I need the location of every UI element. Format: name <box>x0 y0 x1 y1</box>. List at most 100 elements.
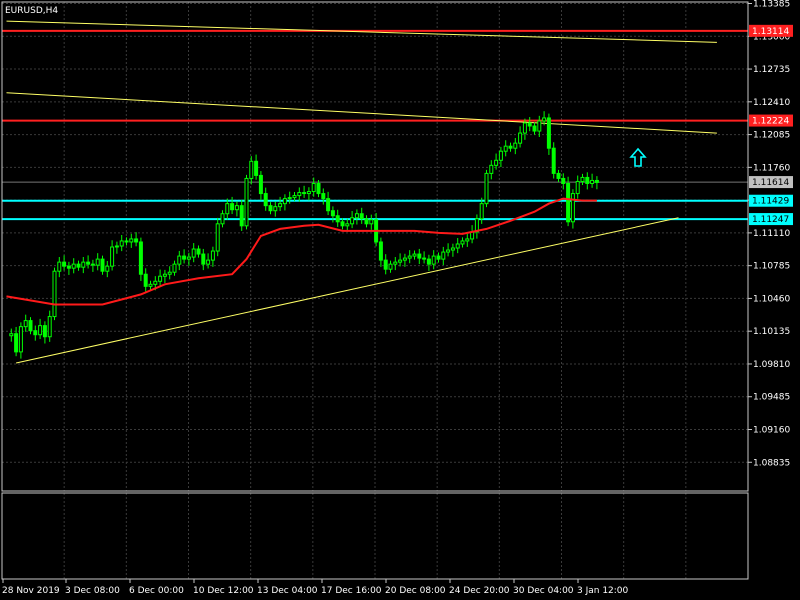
candle-body <box>364 218 369 225</box>
candle-body <box>186 256 191 260</box>
candle-body <box>350 217 355 225</box>
candle-body <box>18 326 23 353</box>
price-chart[interactable]: 1.133851.130601.127351.124101.120851.117… <box>0 0 800 600</box>
candle-body <box>172 263 177 273</box>
candle-body <box>484 172 489 205</box>
candle-body <box>196 248 201 255</box>
candle-body <box>556 172 561 179</box>
price-tick-label: 1.09160 <box>753 425 790 435</box>
candle-body <box>201 253 206 265</box>
candle-body <box>254 160 259 176</box>
candle-body <box>426 258 431 265</box>
candle-body <box>522 122 527 134</box>
candle-body <box>239 205 244 227</box>
candle-body <box>330 210 335 217</box>
candle-body <box>282 198 287 205</box>
candle-body <box>38 325 43 336</box>
level-label-support: 1.11247 <box>752 215 789 225</box>
price-tick-label: 1.13385 <box>753 0 790 10</box>
candle-body <box>105 265 110 272</box>
candle-body <box>508 145 513 149</box>
candle-body <box>513 142 518 149</box>
candle-body <box>230 203 235 211</box>
candle-body <box>177 255 182 265</box>
candle-body <box>191 248 196 258</box>
candle-body <box>134 238 139 243</box>
price-tick-label: 1.08835 <box>753 458 790 468</box>
candle-body <box>407 255 412 259</box>
price-tick-label: 1.11110 <box>753 229 790 239</box>
time-tick-label: 3 Jan 12:00 <box>577 586 629 596</box>
candle-body <box>340 221 345 227</box>
candle-body <box>575 180 580 195</box>
candle-body <box>129 238 134 243</box>
candle-body <box>114 245 119 248</box>
candle-body <box>441 251 446 260</box>
time-tick-label: 28 Nov 2019 <box>2 586 60 596</box>
candle-body <box>422 257 427 260</box>
candle-body <box>86 261 91 265</box>
candle-body <box>321 193 326 200</box>
candle-body <box>551 147 556 174</box>
time-tick-label: 13 Dec 04:00 <box>257 586 318 596</box>
candle-body <box>28 320 33 332</box>
candle-body <box>42 325 47 338</box>
candle-body <box>90 263 95 266</box>
candle-body <box>378 241 383 261</box>
candle-body <box>503 145 508 152</box>
candle-body <box>306 191 311 195</box>
candle-body <box>561 177 566 184</box>
candle-body <box>206 259 211 265</box>
candle-body <box>220 213 225 225</box>
candle-body <box>335 215 340 223</box>
candle-body <box>326 198 331 212</box>
candle-body <box>402 257 407 261</box>
candle-body <box>273 206 278 212</box>
candle-body <box>76 263 81 268</box>
candle-body <box>52 270 57 318</box>
candle-body <box>95 258 100 266</box>
candle-body <box>119 240 124 247</box>
candle-body <box>359 213 364 220</box>
candle-body <box>489 164 494 174</box>
time-tick-label: 20 Dec 08:00 <box>385 586 446 596</box>
candle-body <box>263 193 268 207</box>
candle-body <box>580 176 585 182</box>
candle-body <box>354 213 359 219</box>
price-tick-label: 1.12410 <box>753 98 790 108</box>
price-tick-label: 1.11760 <box>753 163 790 173</box>
candle-body <box>225 203 230 215</box>
candle-body <box>393 261 398 265</box>
time-tick-label: 17 Dec 16:00 <box>321 586 382 596</box>
candle-body <box>537 120 542 132</box>
candle-body <box>302 192 307 195</box>
candle-body <box>455 243 460 249</box>
candle-body <box>546 117 551 149</box>
price-tick-label: 1.12085 <box>753 131 790 141</box>
candle-body <box>124 240 129 243</box>
candle-body <box>81 261 86 268</box>
time-tick-label: 6 Dec 00:00 <box>129 586 184 596</box>
level-label-resistance: 1.12224 <box>752 117 789 127</box>
candle-body <box>450 247 455 251</box>
candle-body <box>148 283 153 287</box>
candle-body <box>446 249 451 253</box>
candle-body <box>162 273 167 277</box>
candle-body <box>71 263 76 269</box>
candle-body <box>412 253 417 257</box>
candle-body <box>460 240 465 245</box>
candle-body <box>100 258 105 272</box>
candle-body <box>566 182 571 223</box>
candle-body <box>431 255 436 265</box>
candle-body <box>110 246 115 267</box>
candle-body <box>383 259 388 270</box>
candle-body <box>494 159 499 166</box>
time-tick-label: 3 Dec 08:00 <box>65 586 120 596</box>
price-tick-label: 1.09810 <box>753 360 790 370</box>
candle-body <box>498 150 503 161</box>
candle-body <box>23 320 28 328</box>
price-axis: 1.133851.130601.127351.124101.120851.117… <box>748 0 790 468</box>
price-tick-label: 1.10785 <box>753 262 790 272</box>
candle-body <box>167 271 172 275</box>
candle-body <box>143 273 148 287</box>
